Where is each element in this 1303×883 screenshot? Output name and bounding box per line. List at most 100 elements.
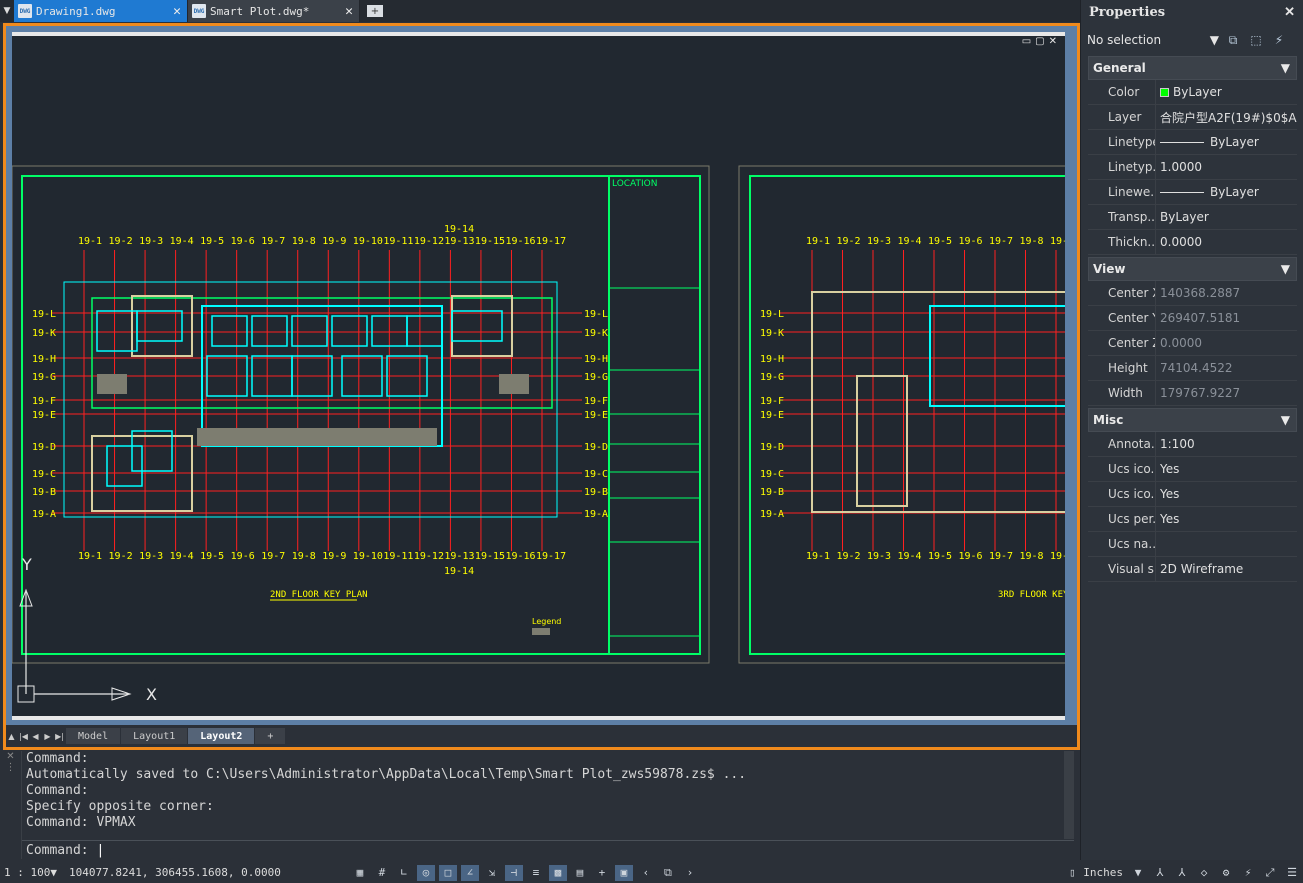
command-grip[interactable]: ✕ ⋮ xyxy=(0,751,22,859)
property-row[interactable]: Center Z 0.0000 xyxy=(1088,331,1297,356)
close-icon[interactable]: ✕ xyxy=(173,4,181,19)
property-row[interactable]: Color ByLayer xyxy=(1088,80,1297,105)
viewport-icon[interactable]: ⧉ xyxy=(659,865,677,881)
property-value[interactable]: 0.0000 xyxy=(1156,331,1297,355)
right-arrow-icon[interactable]: › xyxy=(681,865,699,881)
property-value[interactable]: ByLayer xyxy=(1156,180,1297,204)
property-row[interactable]: Width 179767.9227 xyxy=(1088,381,1297,406)
units-chevron-icon[interactable]: ▼ xyxy=(1129,865,1147,881)
quick-select-icon[interactable]: ⚡ xyxy=(1270,31,1288,49)
command-prompt: Command: xyxy=(26,843,89,858)
property-row[interactable]: Linetyp... 1.0000 xyxy=(1088,155,1297,180)
property-value[interactable]: 1:100 xyxy=(1156,432,1297,456)
3d-osnap-icon[interactable]: + xyxy=(593,865,611,881)
property-row[interactable]: Center Y 269407.5181 xyxy=(1088,306,1297,331)
new-tab-button[interactable]: + xyxy=(360,0,390,22)
floor-plan-drawing[interactable]: LOCATION 2ND FLOOR KEY PLAN 3RD FLOOR KE… xyxy=(12,36,1065,716)
transparency-icon[interactable]: ▩ xyxy=(548,864,567,881)
grid-label-side: 19-E xyxy=(32,410,56,421)
layout-viewport[interactable]: ▭▢✕ LOCATION 2ND FLOOR KEY PLAN 3RD FLOO… xyxy=(3,23,1080,750)
annotation-visibility-icon[interactable]: ⅄ xyxy=(1151,865,1169,881)
property-value[interactable]: ByLayer xyxy=(1156,80,1297,104)
polar-icon[interactable]: ◎ xyxy=(416,864,435,881)
property-row[interactable]: Height 74104.4522 xyxy=(1088,356,1297,381)
property-key: Center X xyxy=(1088,281,1156,305)
property-value[interactable]: 1.0000 xyxy=(1156,155,1297,179)
tab-layout1[interactable]: Layout1 xyxy=(121,728,188,744)
tab-drawing1[interactable]: DWG Drawing1.dwg ✕ xyxy=(14,0,188,22)
snap-icon[interactable]: # xyxy=(373,865,391,881)
autoscale-icon[interactable]: ⅄ xyxy=(1173,865,1191,881)
property-value[interactable]: ByLayer xyxy=(1156,205,1297,229)
section-header[interactable]: View ▼ xyxy=(1088,257,1297,281)
ortho-icon[interactable]: ∟ xyxy=(395,865,413,881)
property-value[interactable]: Yes xyxy=(1156,482,1297,506)
tab-layout2[interactable]: Layout2 xyxy=(188,728,255,744)
selection-cycling-icon[interactable]: ▤ xyxy=(571,865,589,881)
isometric-icon[interactable]: ∠ xyxy=(460,864,479,881)
property-row[interactable]: Transp... ByLayer xyxy=(1088,205,1297,230)
command-scrollbar[interactable] xyxy=(1064,751,1074,839)
property-row[interactable]: Ucs na... xyxy=(1088,532,1297,557)
tab-smart-plot[interactable]: DWG Smart Plot.dwg* ✕ xyxy=(188,0,360,22)
add-layout-button[interactable]: + xyxy=(255,728,286,744)
grid-icon[interactable]: ▦ xyxy=(351,865,369,881)
property-row[interactable]: Linetype ByLayer xyxy=(1088,130,1297,155)
model-paper-icon[interactable]: ▣ xyxy=(614,864,633,881)
units-dropdown[interactable]: Inches xyxy=(1083,866,1123,879)
command-input[interactable]: Command: | xyxy=(22,840,1074,860)
property-row[interactable]: Layer 合院户型A2F(19#)$0$A xyxy=(1088,105,1297,130)
grid-label-top: 19-12 xyxy=(414,236,444,247)
property-value[interactable]: 74104.4522 xyxy=(1156,356,1297,380)
property-value[interactable]: 140368.2887 xyxy=(1156,281,1297,305)
select-objects-icon[interactable]: ⬚ xyxy=(1247,31,1265,49)
property-key: Linewe... xyxy=(1088,180,1156,204)
section-header[interactable]: Misc ▼ xyxy=(1088,408,1297,432)
scroll-up-icon[interactable]: ▲ xyxy=(6,730,17,742)
dynamic-input-icon[interactable]: ⊣ xyxy=(504,864,523,881)
close-icon[interactable]: ✕ xyxy=(1284,5,1295,20)
drawing-canvas[interactable]: ▭▢✕ LOCATION 2ND FLOOR KEY PLAN 3RD FLOO… xyxy=(12,32,1065,720)
property-value[interactable]: 2D Wireframe xyxy=(1156,557,1297,581)
property-value[interactable]: 269407.5181 xyxy=(1156,306,1297,330)
viewport-window-controls[interactable]: ▭▢✕ xyxy=(1022,36,1061,47)
property-row[interactable]: Visual s... 2D Wireframe xyxy=(1088,557,1297,582)
customize-menu-icon[interactable]: ☰ xyxy=(1283,865,1301,881)
grid-label-top: 19-3 xyxy=(139,236,163,247)
property-value[interactable]: 0.0000 xyxy=(1156,230,1297,254)
right-plan-title: 3RD FLOOR KEY PLAN xyxy=(998,590,1065,600)
property-value[interactable]: 合院户型A2F(19#)$0$A xyxy=(1156,105,1297,129)
osnap-icon[interactable]: □ xyxy=(438,864,457,881)
close-icon[interactable]: ✕ xyxy=(345,4,353,19)
left-arrow-icon[interactable]: ‹ xyxy=(637,865,655,881)
property-value[interactable]: 179767.9227 xyxy=(1156,381,1297,405)
property-row[interactable]: Center X 140368.2887 xyxy=(1088,281,1297,306)
toggle-pickadd-icon[interactable]: ⧉ xyxy=(1224,31,1242,49)
property-value[interactable]: Yes xyxy=(1156,507,1297,531)
property-row[interactable]: Thickn... 0.0000 xyxy=(1088,230,1297,255)
otrack-icon[interactable]: ⇲ xyxy=(483,865,501,881)
property-row[interactable]: Ucs per... Yes xyxy=(1088,507,1297,532)
lineweight-icon[interactable]: ≡ xyxy=(527,865,545,881)
selection-dropdown[interactable]: No selection ▼ xyxy=(1087,33,1219,47)
property-value[interactable]: ByLayer xyxy=(1156,130,1297,154)
workspace-icon[interactable]: ◇ xyxy=(1195,865,1213,881)
property-row[interactable]: Linewe... ByLayer xyxy=(1088,180,1297,205)
property-value[interactable]: Yes xyxy=(1156,457,1297,481)
property-value[interactable] xyxy=(1156,532,1297,556)
next-layout-icon[interactable]: ▶ xyxy=(42,730,53,742)
property-row[interactable]: Annota... 1:100 xyxy=(1088,432,1297,457)
annotation-scale[interactable]: 1 : 100▼ xyxy=(0,866,61,879)
first-layout-icon[interactable]: |◀ xyxy=(18,730,29,742)
grid-label-side: 19-L xyxy=(760,309,784,320)
property-row[interactable]: Ucs ico... Yes xyxy=(1088,482,1297,507)
tab-model[interactable]: Model xyxy=(66,728,121,744)
settings-gear-icon[interactable]: ⚙ xyxy=(1217,865,1235,881)
property-row[interactable]: Ucs ico... Yes xyxy=(1088,457,1297,482)
tab-menu-icon[interactable]: ▼ xyxy=(0,0,14,22)
fullscreen-icon[interactable]: ⤢ xyxy=(1261,865,1279,881)
prev-layout-icon[interactable]: ◀ xyxy=(30,730,41,742)
section-header[interactable]: General ▼ xyxy=(1088,56,1297,80)
last-layout-icon[interactable]: ▶| xyxy=(54,730,65,742)
hardware-accel-icon[interactable]: ⚡ xyxy=(1239,865,1257,881)
